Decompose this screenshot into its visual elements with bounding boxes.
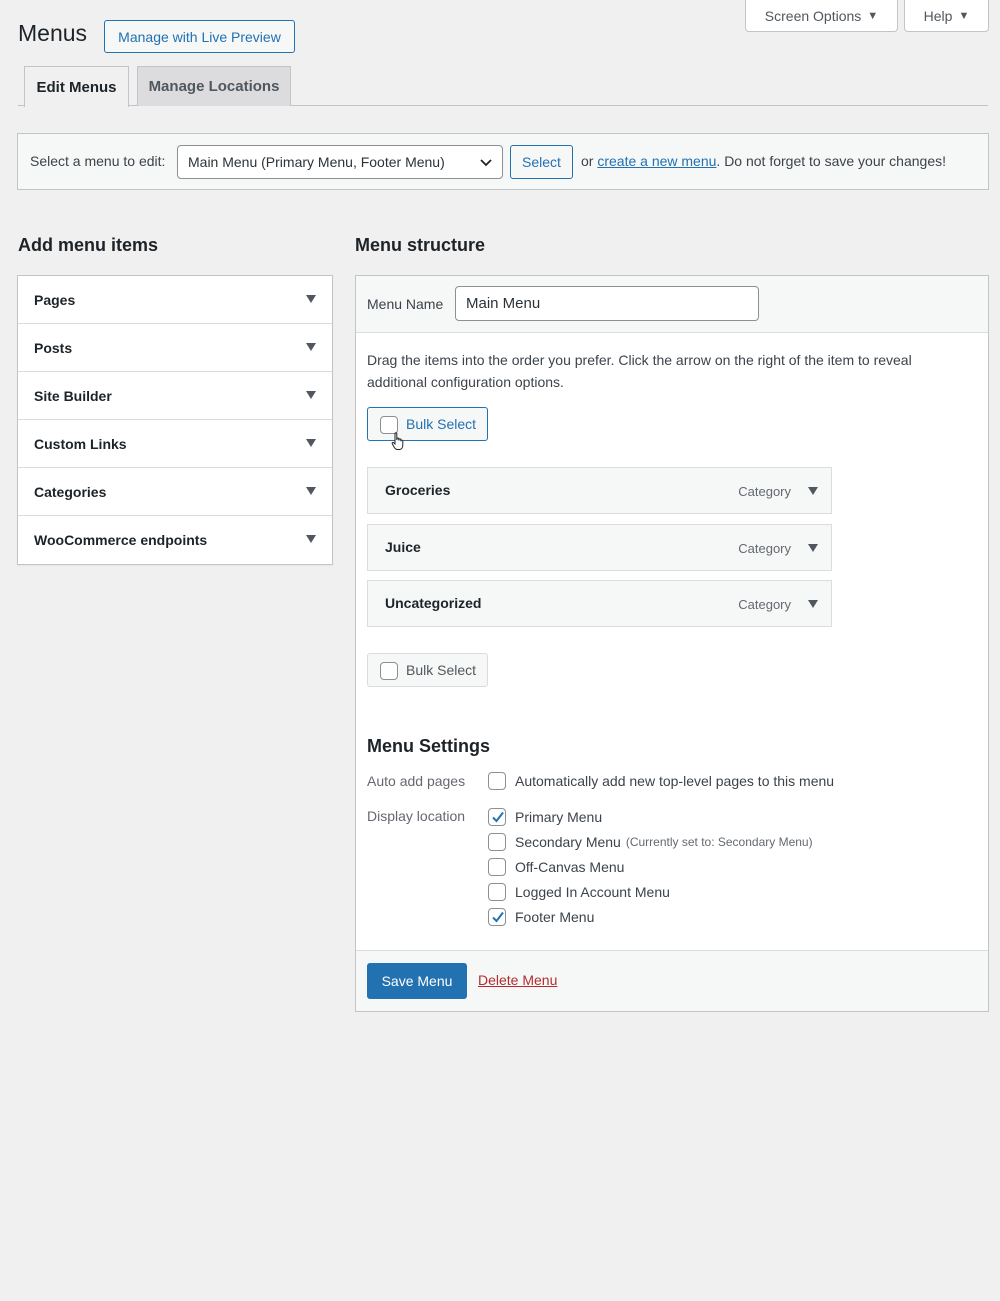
caret-down-icon: ▼	[958, 9, 970, 22]
screen-options-label: Screen Options	[764, 7, 862, 24]
or-text: or	[581, 153, 594, 169]
menu-name-input[interactable]: Main Menu	[455, 286, 759, 321]
location-label: Primary Menu	[515, 809, 603, 825]
delete-menu-link[interactable]: Delete Menu	[478, 972, 557, 988]
accordion-categories[interactable]: Categories	[18, 468, 332, 516]
live-preview-button[interactable]: Manage with Live Preview	[104, 20, 295, 53]
accordion-label: Categories	[34, 483, 107, 500]
menu-structure-heading: Menu structure	[355, 235, 486, 255]
accordion-site-builder[interactable]: Site Builder	[18, 372, 332, 420]
accordion-custom-links[interactable]: Custom Links	[18, 420, 332, 468]
menu-item-title: Juice	[385, 539, 421, 555]
accordion-label: Custom Links	[34, 435, 127, 452]
bulk-select-top-button[interactable]: Bulk Select	[367, 407, 488, 441]
triangle-down-icon	[306, 535, 316, 543]
accordion-label: Site Builder	[34, 387, 112, 404]
save-menu-button[interactable]: Save Menu	[367, 963, 467, 999]
location-logged-in-account-menu[interactable]: Logged In Account Menu	[488, 883, 670, 901]
menu-item-type: Category	[738, 597, 791, 612]
menu-item-title: Uncategorized	[385, 595, 482, 611]
add-items-accordion: Pages Posts Site Builder Custom Links Ca…	[17, 275, 333, 565]
triangle-down-icon	[306, 343, 316, 351]
select-button[interactable]: Select	[510, 145, 573, 179]
menu-settings-heading: Menu Settings	[367, 736, 491, 756]
add-menu-items-heading: Add menu items	[18, 235, 159, 255]
drag-instructions: Drag the items into the order you prefer…	[367, 352, 912, 390]
menu-dropdown[interactable]: Main Menu (Primary Menu, Footer Menu)	[177, 145, 503, 179]
chevron-down-icon	[480, 159, 492, 167]
menu-item-title: Groceries	[385, 482, 451, 498]
save-reminder-text: . Do not forget to save your changes!	[716, 153, 946, 169]
select-bar-hint: or create a new menu. Do not forget to s…	[581, 153, 946, 169]
accordion-label: WooCommerce endpoints	[34, 532, 208, 548]
location-checkbox[interactable]	[488, 883, 506, 901]
auto-add-checkbox[interactable]	[488, 772, 506, 790]
create-menu-link[interactable]: create a new menu	[597, 153, 716, 169]
auto-add-option[interactable]: Automatically add new top-level pages to…	[488, 772, 834, 790]
menu-select-bar: Select a menu to edit: Main Menu (Primar…	[17, 133, 989, 190]
location-checkbox[interactable]	[488, 808, 506, 826]
location-label: Logged In Account Menu	[515, 884, 670, 900]
tab-edit-menus[interactable]: Edit Menus	[24, 66, 129, 107]
screen-options-button[interactable]: Screen Options ▼	[745, 0, 898, 32]
triangle-down-icon[interactable]	[808, 487, 818, 495]
accordion-pages[interactable]: Pages	[18, 276, 332, 324]
menu-item-uncategorized[interactable]: Uncategorized Category	[367, 580, 832, 627]
location-label: Footer Menu	[515, 909, 595, 925]
location-note: (Currently set to: Secondary Menu)	[625, 835, 813, 849]
auto-add-label: Auto add pages	[367, 773, 466, 789]
location-off-canvas-menu[interactable]: Off-Canvas Menu	[488, 858, 624, 876]
bulk-select-label: Bulk Select	[406, 662, 477, 678]
bulk-select-checkbox[interactable]	[380, 662, 398, 680]
location-footer-menu[interactable]: Footer Menu	[488, 908, 594, 926]
menu-name-label: Menu Name	[367, 296, 444, 312]
triangle-down-icon[interactable]	[808, 600, 818, 608]
select-menu-label: Select a menu to edit:	[30, 153, 166, 169]
location-checkbox[interactable]	[488, 908, 506, 926]
triangle-down-icon	[306, 439, 316, 447]
menu-header: Menu Name Main Menu	[356, 276, 988, 333]
accordion-posts[interactable]: Posts	[18, 324, 332, 372]
location-label: Secondary Menu	[515, 834, 621, 850]
caret-down-icon: ▼	[867, 9, 879, 22]
menu-footer: Save Menu Delete Menu	[356, 950, 988, 1011]
menu-item-groceries[interactable]: Groceries Category	[367, 467, 832, 514]
help-button[interactable]: Help ▼	[904, 0, 989, 32]
bulk-select-label: Bulk Select	[406, 416, 477, 432]
accordion-woocommerce-endpoints[interactable]: WooCommerce endpoints	[18, 516, 332, 564]
accordion-label: Pages	[34, 291, 76, 308]
location-checkbox[interactable]	[488, 833, 506, 851]
location-secondary-menu[interactable]: Secondary Menu (Currently set to: Second…	[488, 833, 813, 851]
page-title: Menus	[18, 20, 88, 46]
triangle-down-icon	[306, 391, 316, 399]
menu-structure-panel: Menu Name Main Menu Drag the items into …	[355, 275, 989, 1012]
help-label: Help	[923, 7, 953, 24]
location-label: Off-Canvas Menu	[515, 859, 625, 875]
location-primary-menu[interactable]: Primary Menu	[488, 808, 602, 826]
tab-manage-locations[interactable]: Manage Locations	[137, 66, 291, 106]
menu-item-type: Category	[738, 484, 791, 499]
menu-item-juice[interactable]: Juice Category	[367, 524, 832, 571]
bulk-select-bottom-button[interactable]: Bulk Select	[367, 653, 488, 687]
hand-cursor-icon	[391, 432, 404, 450]
auto-add-option-label: Automatically add new top-level pages to…	[515, 773, 835, 789]
triangle-down-icon	[306, 295, 316, 303]
location-checkbox[interactable]	[488, 858, 506, 876]
display-location-label: Display location	[367, 808, 466, 824]
checkmark-icon	[492, 811, 504, 823]
menu-dropdown-value: Main Menu (Primary Menu, Footer Menu)	[188, 154, 445, 170]
menu-item-type: Category	[738, 541, 791, 556]
checkmark-icon	[492, 911, 504, 923]
triangle-down-icon	[306, 487, 316, 495]
triangle-down-icon[interactable]	[808, 544, 818, 552]
accordion-label: Posts	[34, 339, 73, 356]
